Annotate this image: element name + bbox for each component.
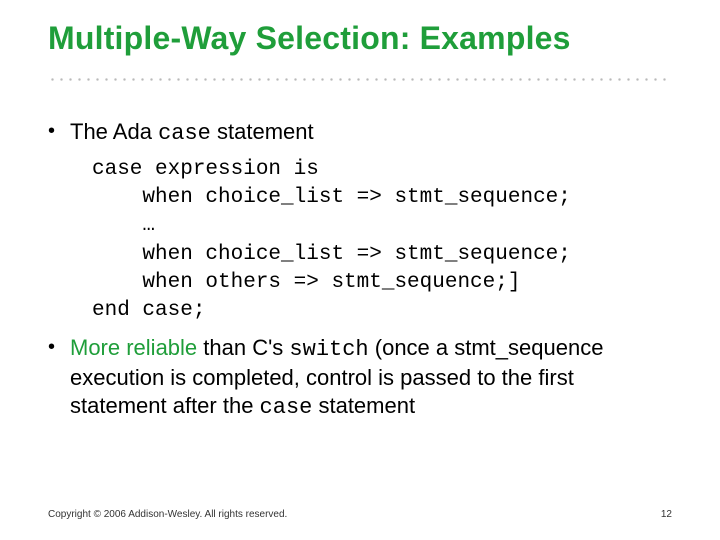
code-line-3: … [92, 214, 155, 237]
title-divider-dots [48, 70, 672, 90]
bullet1-code: case [158, 121, 211, 146]
code-line-5: when others => stmt_sequence;] [92, 271, 520, 294]
code-line-1: case expression is [92, 158, 319, 181]
slide-title: Multiple-Way Selection: Examples [48, 22, 672, 56]
bullet-item-more-reliable: More reliable than C's switch (once a st… [48, 334, 672, 422]
code-line-4: when choice_list => stmt_sequence; [92, 243, 571, 266]
bullet-list: The Ada case statement case expression i… [48, 118, 672, 423]
bullet-item-ada-case: The Ada case statement case expression i… [48, 118, 672, 326]
slide: Multiple-Way Selection: Examples The Ada… [0, 0, 720, 540]
bullet1-text-post: statement [211, 119, 314, 144]
code-block: case expression is when choice_list => s… [92, 156, 672, 326]
code-line-6: end case; [92, 299, 205, 322]
bullet2-case-code: case [260, 395, 313, 420]
bullet1-text-pre: The Ada [70, 119, 158, 144]
bullet2-highlight: More reliable [70, 335, 197, 360]
slide-body: The Ada case statement case expression i… [48, 118, 672, 423]
bullet2-f: statement [312, 393, 415, 418]
bullet2-switch-code: switch [289, 337, 368, 362]
copyright-footer: Copyright © 2006 Addison-Wesley. All rig… [48, 509, 287, 520]
code-line-2: when choice_list => stmt_sequence; [92, 186, 571, 209]
page-number: 12 [661, 509, 672, 520]
bullet2-b: than C's [197, 335, 289, 360]
